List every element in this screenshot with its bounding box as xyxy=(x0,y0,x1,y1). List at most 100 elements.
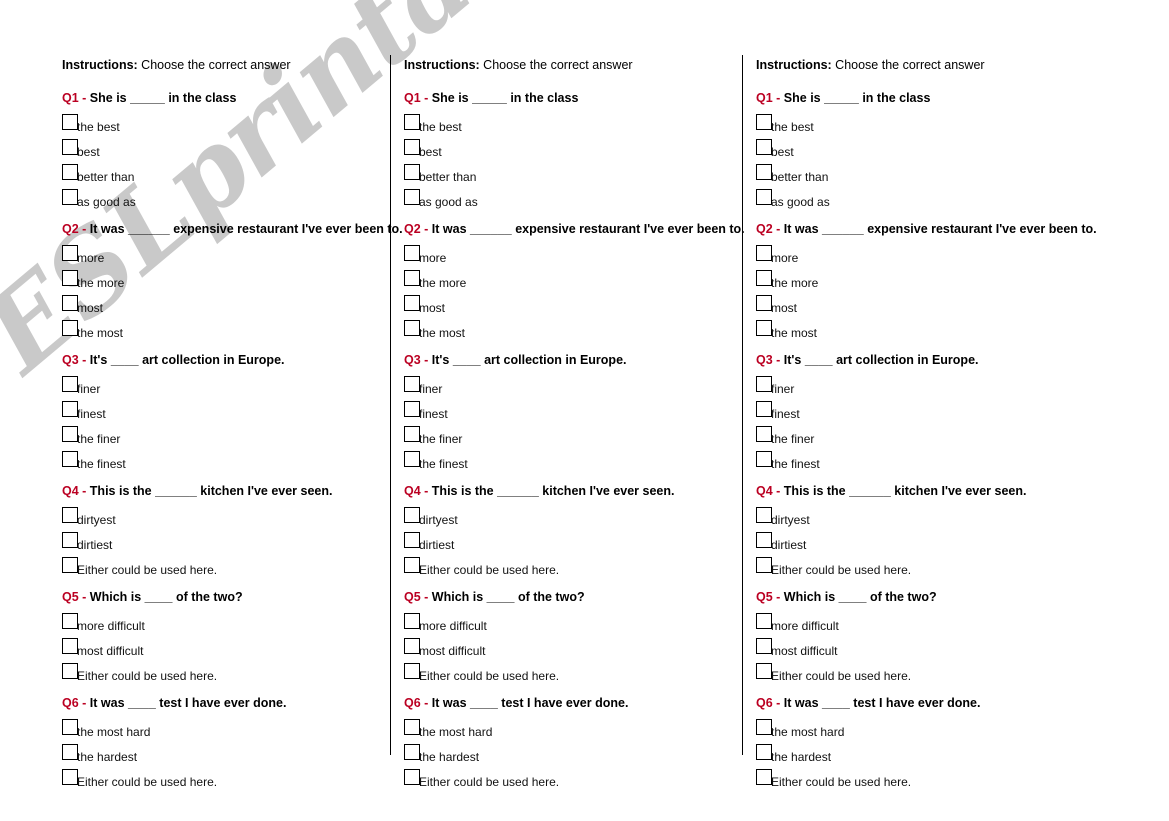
checkbox-icon[interactable] xyxy=(404,613,420,629)
checkbox-icon[interactable] xyxy=(756,663,772,679)
checkbox-icon[interactable] xyxy=(404,557,420,573)
checkbox-icon[interactable] xyxy=(756,270,772,286)
option-row[interactable]: most difficult xyxy=(756,637,1104,662)
checkbox-icon[interactable] xyxy=(404,189,420,205)
checkbox-icon[interactable] xyxy=(756,164,772,180)
option-row[interactable]: the best xyxy=(756,113,1104,138)
option-row[interactable]: Either could be used here. xyxy=(62,662,352,687)
option-row[interactable]: finer xyxy=(756,375,1104,400)
checkbox-icon[interactable] xyxy=(62,401,78,417)
checkbox-icon[interactable] xyxy=(756,744,772,760)
checkbox-icon[interactable] xyxy=(62,638,78,654)
option-row[interactable]: dirtyest xyxy=(62,506,352,531)
option-row[interactable]: finest xyxy=(62,400,352,425)
option-row[interactable]: the finest xyxy=(756,450,1104,475)
checkbox-icon[interactable] xyxy=(404,451,420,467)
checkbox-icon[interactable] xyxy=(756,613,772,629)
checkbox-icon[interactable] xyxy=(62,507,78,523)
option-row[interactable]: the hardest xyxy=(404,743,704,768)
checkbox-icon[interactable] xyxy=(756,769,772,785)
option-row[interactable]: finest xyxy=(404,400,704,425)
checkbox-icon[interactable] xyxy=(756,532,772,548)
checkbox-icon[interactable] xyxy=(62,532,78,548)
option-row[interactable]: the most hard xyxy=(404,718,704,743)
option-row[interactable]: dirtyest xyxy=(404,506,704,531)
option-row[interactable]: dirtiest xyxy=(404,531,704,556)
option-row[interactable]: the most xyxy=(62,319,352,344)
option-row[interactable]: as good as xyxy=(62,188,352,213)
option-row[interactable]: finest xyxy=(756,400,1104,425)
option-row[interactable]: best xyxy=(62,138,352,163)
option-row[interactable]: more xyxy=(62,244,352,269)
checkbox-icon[interactable] xyxy=(756,295,772,311)
checkbox-icon[interactable] xyxy=(756,557,772,573)
checkbox-icon[interactable] xyxy=(62,769,78,785)
option-row[interactable]: finer xyxy=(62,375,352,400)
checkbox-icon[interactable] xyxy=(404,638,420,654)
option-row[interactable]: the best xyxy=(404,113,704,138)
checkbox-icon[interactable] xyxy=(756,245,772,261)
checkbox-icon[interactable] xyxy=(404,719,420,735)
checkbox-icon[interactable] xyxy=(756,426,772,442)
option-row[interactable]: dirtyest xyxy=(756,506,1104,531)
checkbox-icon[interactable] xyxy=(404,744,420,760)
option-row[interactable]: the finer xyxy=(756,425,1104,450)
checkbox-icon[interactable] xyxy=(756,376,772,392)
checkbox-icon[interactable] xyxy=(756,401,772,417)
option-row[interactable]: most difficult xyxy=(62,637,352,662)
checkbox-icon[interactable] xyxy=(62,270,78,286)
checkbox-icon[interactable] xyxy=(756,114,772,130)
checkbox-icon[interactable] xyxy=(62,164,78,180)
checkbox-icon[interactable] xyxy=(404,401,420,417)
option-row[interactable]: more difficult xyxy=(62,612,352,637)
checkbox-icon[interactable] xyxy=(62,189,78,205)
checkbox-icon[interactable] xyxy=(62,320,78,336)
option-row[interactable]: Either could be used here. xyxy=(756,768,1104,793)
option-row[interactable]: Either could be used here. xyxy=(756,556,1104,581)
checkbox-icon[interactable] xyxy=(756,507,772,523)
checkbox-icon[interactable] xyxy=(62,139,78,155)
checkbox-icon[interactable] xyxy=(756,719,772,735)
checkbox-icon[interactable] xyxy=(404,376,420,392)
option-row[interactable]: as good as xyxy=(404,188,704,213)
checkbox-icon[interactable] xyxy=(404,295,420,311)
option-row[interactable]: Either could be used here. xyxy=(62,768,352,793)
option-row[interactable]: Either could be used here. xyxy=(756,662,1104,687)
option-row[interactable]: the finer xyxy=(62,425,352,450)
option-row[interactable]: most difficult xyxy=(404,637,704,662)
checkbox-icon[interactable] xyxy=(404,270,420,286)
option-row[interactable]: the best xyxy=(62,113,352,138)
checkbox-icon[interactable] xyxy=(756,638,772,654)
option-row[interactable]: better than xyxy=(404,163,704,188)
option-row[interactable]: dirtiest xyxy=(62,531,352,556)
option-row[interactable]: more xyxy=(756,244,1104,269)
checkbox-icon[interactable] xyxy=(404,532,420,548)
option-row[interactable]: more xyxy=(404,244,704,269)
option-row[interactable]: most xyxy=(62,294,352,319)
option-row[interactable]: the more xyxy=(404,269,704,294)
checkbox-icon[interactable] xyxy=(62,744,78,760)
option-row[interactable]: the most xyxy=(404,319,704,344)
option-row[interactable]: the most hard xyxy=(62,718,352,743)
option-row[interactable]: as good as xyxy=(756,188,1104,213)
checkbox-icon[interactable] xyxy=(62,613,78,629)
checkbox-icon[interactable] xyxy=(62,451,78,467)
option-row[interactable]: Either could be used here. xyxy=(404,556,704,581)
checkbox-icon[interactable] xyxy=(62,295,78,311)
option-row[interactable]: the finer xyxy=(404,425,704,450)
checkbox-icon[interactable] xyxy=(756,189,772,205)
option-row[interactable]: the hardest xyxy=(756,743,1104,768)
option-row[interactable]: finer xyxy=(404,375,704,400)
checkbox-icon[interactable] xyxy=(404,164,420,180)
checkbox-icon[interactable] xyxy=(756,451,772,467)
checkbox-icon[interactable] xyxy=(756,320,772,336)
option-row[interactable]: the more xyxy=(62,269,352,294)
checkbox-icon[interactable] xyxy=(62,663,78,679)
option-row[interactable]: more difficult xyxy=(756,612,1104,637)
checkbox-icon[interactable] xyxy=(62,719,78,735)
option-row[interactable]: dirtiest xyxy=(756,531,1104,556)
option-row[interactable]: the hardest xyxy=(62,743,352,768)
option-row[interactable]: most xyxy=(756,294,1104,319)
option-row[interactable]: Either could be used here. xyxy=(404,662,704,687)
checkbox-icon[interactable] xyxy=(404,426,420,442)
